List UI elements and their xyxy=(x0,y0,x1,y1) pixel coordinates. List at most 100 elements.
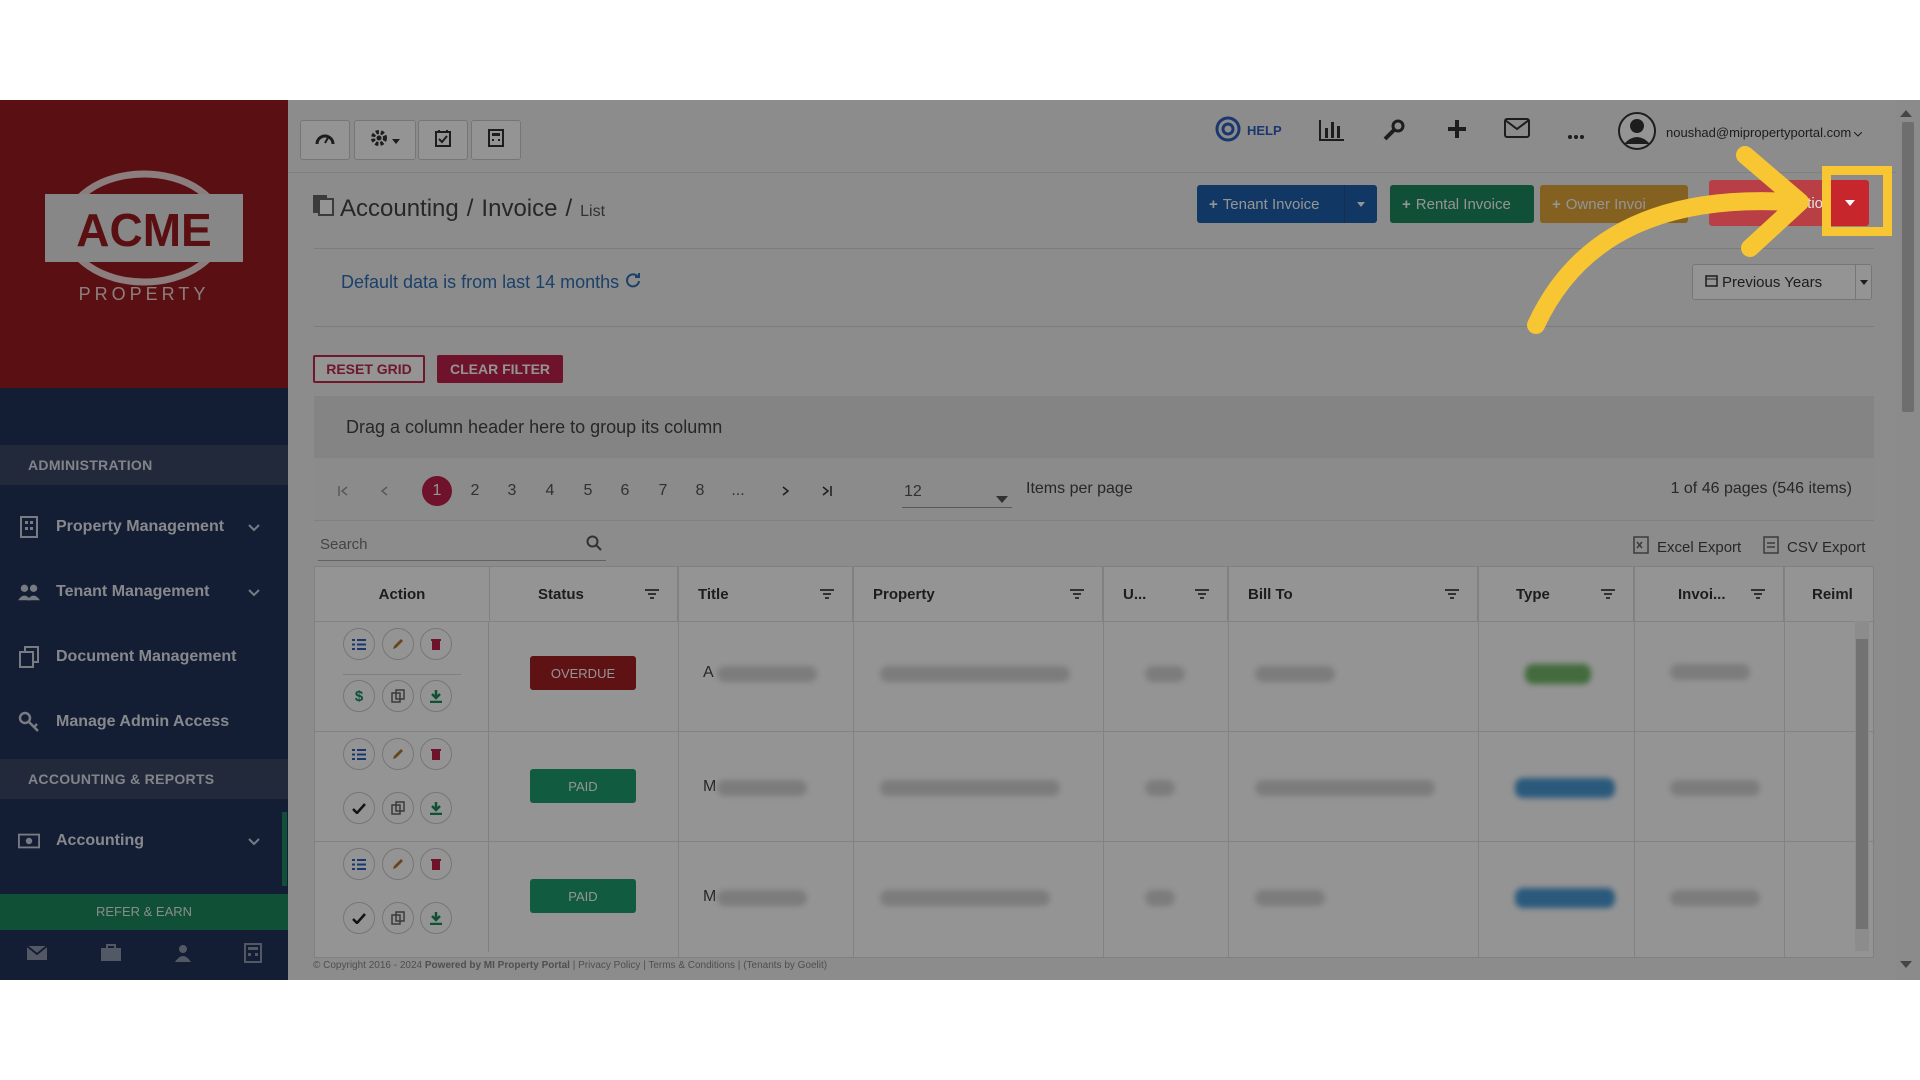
chevron-down-icon xyxy=(1853,125,1863,140)
column-header-type[interactable]: Type xyxy=(1478,567,1634,621)
dashboard-button[interactable] xyxy=(300,120,350,160)
delete-icon[interactable] xyxy=(420,738,452,770)
column-header-status[interactable]: Status xyxy=(490,567,678,621)
page-3[interactable]: 3 xyxy=(497,476,527,506)
column-header-title[interactable]: Title xyxy=(678,567,853,621)
page-5[interactable]: 5 xyxy=(573,476,603,506)
refresh-icon[interactable] xyxy=(625,272,641,293)
user-icon[interactable] xyxy=(174,944,192,967)
next-page-icon[interactable] xyxy=(771,476,801,506)
details-icon[interactable] xyxy=(343,628,375,660)
grid-scrollbar[interactable] xyxy=(1855,621,1869,951)
filter-icon[interactable] xyxy=(1195,586,1209,603)
page-7[interactable]: 7 xyxy=(648,476,678,506)
check-icon[interactable] xyxy=(343,792,375,824)
filter-icon[interactable] xyxy=(645,586,659,603)
filter-icon[interactable] xyxy=(1445,586,1459,603)
filter-icon[interactable] xyxy=(1601,586,1615,603)
refer-earn-button[interactable]: REFER & EARN xyxy=(0,894,288,930)
table-row[interactable]: $ OVERDUE A xyxy=(315,621,1873,732)
wrench-icon[interactable] xyxy=(1382,118,1406,147)
page-scrollbar-thumb[interactable] xyxy=(1902,122,1914,412)
prev-page-icon[interactable] xyxy=(369,476,399,506)
column-header-action[interactable]: Action xyxy=(315,567,490,621)
active-indicator xyxy=(282,812,287,886)
sidebar-item-property-management[interactable]: Property Management xyxy=(0,502,288,552)
page-8[interactable]: 8 xyxy=(685,476,715,506)
footer-privacy-link[interactable]: Privacy Policy xyxy=(578,960,640,971)
page-4[interactable]: 4 xyxy=(535,476,565,506)
clear-filter-button[interactable]: CLEAR FILTER xyxy=(437,355,563,383)
calendar-button[interactable] xyxy=(418,120,468,160)
page-scrollbar[interactable] xyxy=(1896,100,1920,980)
check-icon[interactable] xyxy=(343,902,375,934)
scroll-up-icon[interactable] xyxy=(1900,104,1912,122)
edit-icon[interactable] xyxy=(382,848,414,880)
table-row[interactable]: PAID M xyxy=(315,731,1873,842)
copy-icon[interactable] xyxy=(382,902,414,934)
download-icon[interactable] xyxy=(420,680,452,712)
status-badge: OVERDUE xyxy=(530,656,636,690)
column-header-unit[interactable]: U... xyxy=(1103,567,1228,621)
breadcrumb-invoice[interactable]: Invoice xyxy=(481,195,557,223)
sidebar-item-document-management[interactable]: Document Management xyxy=(0,632,288,682)
breadcrumb-accounting[interactable]: Accounting xyxy=(340,195,459,223)
grid-scrollbar-thumb[interactable] xyxy=(1856,639,1868,929)
mail-icon[interactable] xyxy=(26,944,48,966)
sidebar-item-tenant-management[interactable]: Tenant Management xyxy=(0,567,288,617)
page-2[interactable]: 2 xyxy=(460,476,490,506)
reset-grid-button[interactable]: RESET GRID xyxy=(313,355,425,383)
details-icon[interactable] xyxy=(343,738,375,770)
filter-icon[interactable] xyxy=(1070,586,1084,603)
search-field[interactable] xyxy=(318,528,606,561)
delete-icon[interactable] xyxy=(420,848,452,880)
download-icon[interactable] xyxy=(420,792,452,824)
sidebar-item-manage-admin-access[interactable]: Manage Admin Access xyxy=(0,697,288,747)
briefcase-icon[interactable] xyxy=(100,943,122,967)
delete-icon[interactable] xyxy=(420,628,452,660)
tenant-invoice-button[interactable]: + Tenant Invoice xyxy=(1197,185,1377,223)
download-icon[interactable] xyxy=(420,902,452,934)
bar-chart-icon[interactable] xyxy=(1318,118,1346,147)
edit-icon[interactable] xyxy=(382,628,414,660)
footer-terms-link[interactable]: Terms & Conditions xyxy=(648,960,735,971)
page-more[interactable]: ... xyxy=(723,476,753,506)
plus-icon[interactable] xyxy=(1446,118,1468,145)
settings-dropdown-button[interactable] xyxy=(354,120,416,160)
column-title: Action xyxy=(378,585,426,603)
search-icon[interactable] xyxy=(586,535,602,556)
first-page-icon[interactable] xyxy=(328,476,358,506)
blurred-type xyxy=(1515,888,1615,908)
logo[interactable]: ACME PROPERTY xyxy=(0,100,288,388)
edit-icon[interactable] xyxy=(382,738,414,770)
search-input[interactable] xyxy=(318,528,572,560)
column-header-invoice[interactable]: Invoi... xyxy=(1634,567,1784,621)
page-size-select[interactable]: 12 xyxy=(902,476,1012,508)
excel-export-button[interactable]: Excel Export xyxy=(1633,536,1741,558)
table-row[interactable]: PAID M xyxy=(315,841,1873,952)
tenant-invoice-dropdown[interactable] xyxy=(1344,185,1377,223)
help-link[interactable]: HELP xyxy=(1215,116,1282,145)
footer-powered[interactable]: Powered by MI Property Portal xyxy=(425,960,570,971)
filter-icon[interactable] xyxy=(1751,586,1765,603)
last-page-icon[interactable] xyxy=(812,476,842,506)
scroll-down-icon[interactable] xyxy=(1900,956,1912,974)
calculator-icon[interactable] xyxy=(244,942,262,968)
page-1[interactable]: 1 xyxy=(422,476,452,506)
group-panel[interactable]: Drag a column header here to group its c… xyxy=(314,396,1874,458)
sidebar-item-accounting[interactable]: Accounting xyxy=(0,816,288,866)
dollar-icon[interactable]: $ xyxy=(343,680,375,712)
column-header-reimbursable[interactable]: Reiml xyxy=(1784,567,1873,621)
csv-export-button[interactable]: CSV Export xyxy=(1763,536,1865,558)
caret-down-icon[interactable] xyxy=(1856,265,1871,299)
copy-icon[interactable] xyxy=(382,792,414,824)
details-icon[interactable] xyxy=(343,848,375,880)
footer-tenants-link[interactable]: (Tenants by Goelit) xyxy=(743,960,827,971)
page-6[interactable]: 6 xyxy=(610,476,640,506)
filter-icon[interactable] xyxy=(820,586,834,603)
column-header-bill-to[interactable]: Bill To xyxy=(1228,567,1478,621)
copy-icon[interactable] xyxy=(382,680,414,712)
column-header-property[interactable]: Property xyxy=(853,567,1103,621)
calculator-button[interactable] xyxy=(471,120,521,160)
acme-logo-icon: ACME PROPERTY xyxy=(45,170,243,304)
